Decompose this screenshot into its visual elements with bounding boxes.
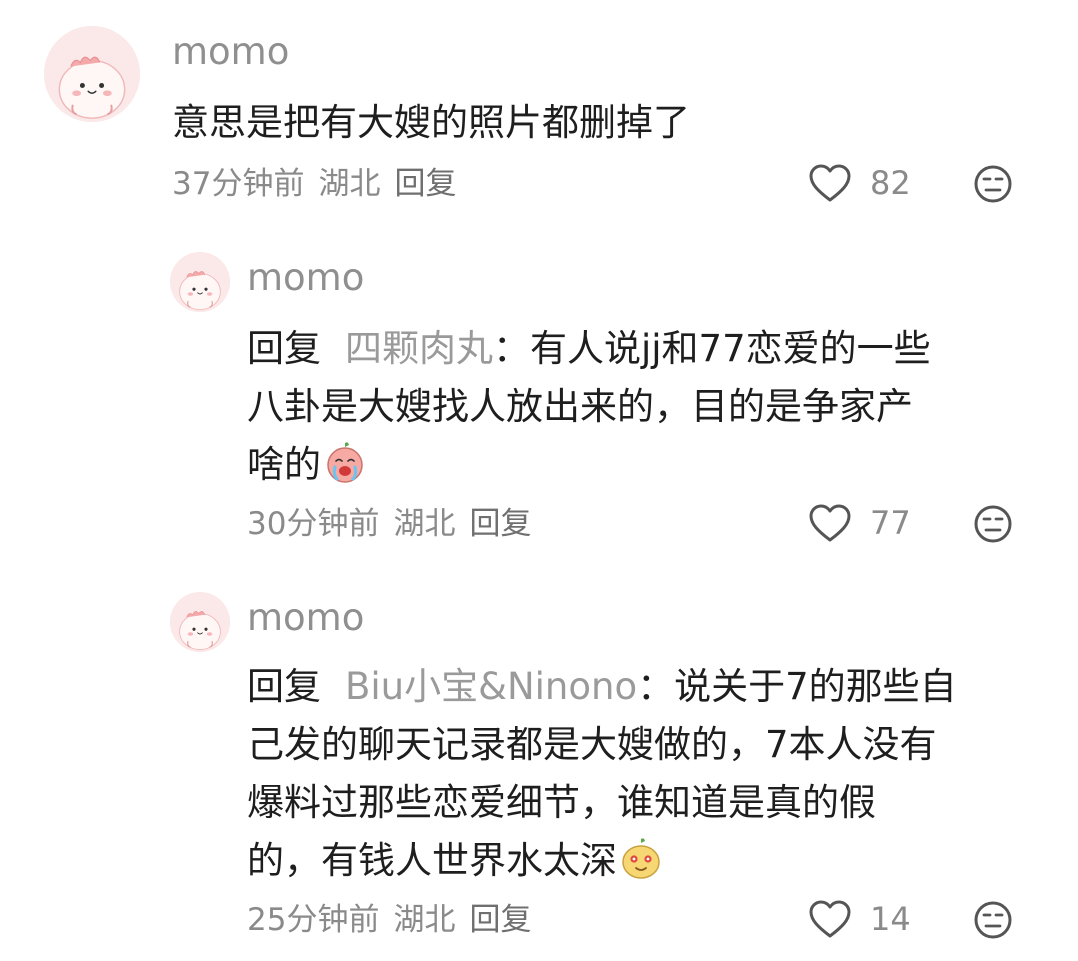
timestamp: 30分钟前 <box>247 506 380 542</box>
comment-meta: 37分钟前 湖北 回复 <box>172 166 456 202</box>
avatar[interactable] <box>44 26 140 122</box>
comment-text-line: 己发的聊天记录都是大嫂做的，7本人没有 <box>247 723 937 766</box>
like-button[interactable]: 77 <box>808 503 911 543</box>
location: 湖北 <box>393 506 456 542</box>
username[interactable]: momo <box>172 32 289 72</box>
comment-meta: 25分钟前 湖北 回复 <box>247 902 531 938</box>
neutral-face-icon <box>973 504 1013 544</box>
neutral-face-icon <box>973 164 1013 204</box>
location: 湖北 <box>318 166 381 202</box>
like-count: 82 <box>870 164 911 202</box>
comment-text-segment: 啥的 <box>247 443 321 486</box>
username[interactable]: momo <box>247 258 364 298</box>
comment-text-segment: ：说关于7的那些自 <box>637 665 957 708</box>
comment-text-line: 回复 四颗肉丸：有人说jj和77恋爱的一些 <box>247 320 931 378</box>
like-button[interactable]: 82 <box>808 163 911 203</box>
comment-text-line: 的，有钱人世界水太深 <box>247 832 957 890</box>
like-count: 77 <box>870 504 911 542</box>
avatar[interactable] <box>170 592 230 652</box>
reply-button[interactable]: 回复 <box>469 506 531 542</box>
neutral-face-icon <box>973 900 1013 940</box>
comment-text-line: 爆料过那些恋爱细节，谁知道是真的假 <box>247 781 876 824</box>
comment-text-line: 意思是把有大嫂的照片都删掉了 <box>172 101 690 144</box>
comment-meta: 30分钟前 湖北 回复 <box>247 506 531 542</box>
like-count: 14 <box>870 900 911 938</box>
timestamp: 25分钟前 <box>247 902 380 938</box>
comment-text: 意思是把有大嫂的照片都删掉了 <box>172 94 690 152</box>
comment-text-line: 啥的 <box>247 436 931 494</box>
reply-prefix: 回复 <box>247 665 321 708</box>
username[interactable]: momo <box>247 598 364 638</box>
dislike-button[interactable] <box>973 504 1013 544</box>
like-button[interactable]: 14 <box>808 899 911 939</box>
laugh-cry-emoji-icon <box>327 442 363 483</box>
comment-text-segment: 的，有钱人世界水太深 <box>247 839 617 882</box>
comment-text-line: 八卦是大嫂找人放出来的，目的是争家产 <box>247 385 913 428</box>
comment-text: 回复 四颗肉丸：有人说jj和77恋爱的一些 八卦是大嫂找人放出来的，目的是争家产 … <box>247 320 931 494</box>
heart-icon <box>808 503 852 543</box>
reply-target-user[interactable]: 四颗肉丸 <box>345 327 493 370</box>
reply-button[interactable]: 回复 <box>469 902 531 938</box>
comment-text-segment: ：有人说jj和77恋爱的一些 <box>493 327 931 370</box>
reply-prefix: 回复 <box>247 327 321 370</box>
dislike-button[interactable] <box>973 900 1013 940</box>
dislike-button[interactable] <box>973 164 1013 204</box>
timestamp: 37分钟前 <box>172 166 305 202</box>
comment-text-line: 回复 Biu小宝&Ninono：说关于7的那些自 <box>247 658 957 716</box>
reply-button[interactable]: 回复 <box>394 166 456 202</box>
smirk-emoji-icon <box>622 838 660 879</box>
location: 湖北 <box>393 902 456 938</box>
comment-text: 回复 Biu小宝&Ninono：说关于7的那些自 己发的聊天记录都是大嫂做的，7本… <box>247 658 957 890</box>
heart-icon <box>808 163 852 203</box>
heart-icon <box>808 899 852 939</box>
avatar[interactable] <box>170 252 230 312</box>
reply-target-user[interactable]: Biu小宝&Ninono <box>345 665 637 708</box>
